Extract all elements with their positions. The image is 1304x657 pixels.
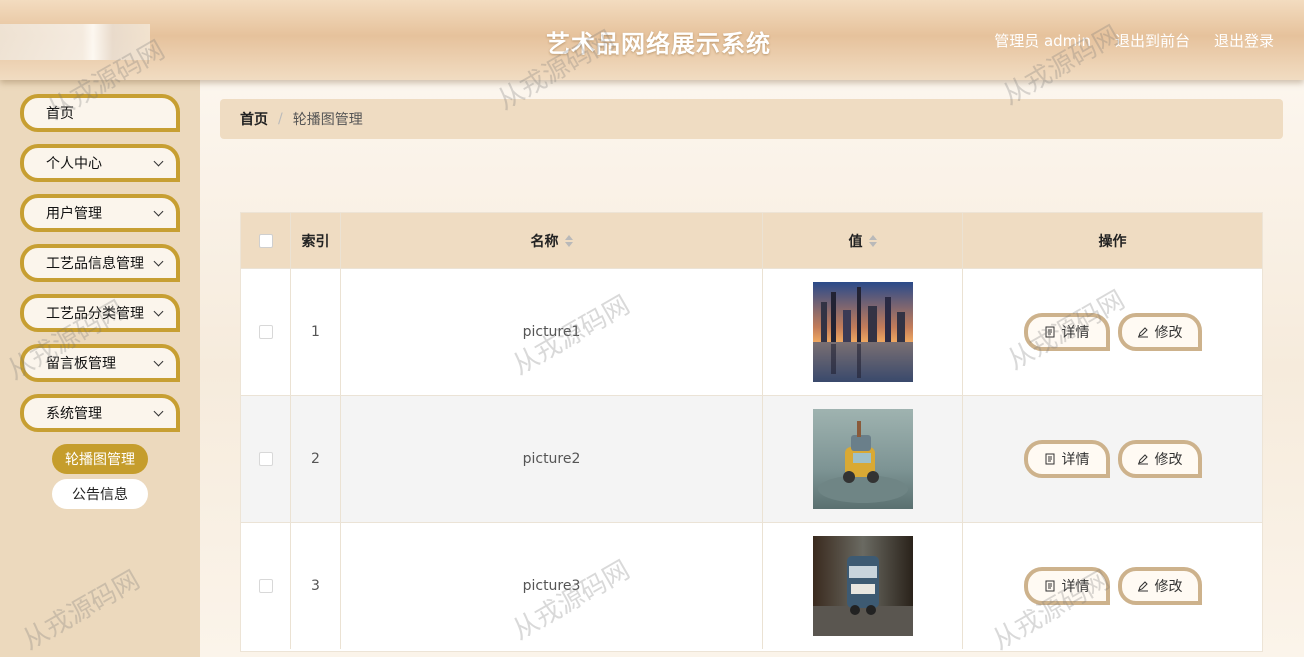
- sidebar-item-message-board[interactable]: 留言板管理: [20, 344, 180, 382]
- column-header-actions: 操作: [1098, 233, 1127, 250]
- column-header-label: 值: [848, 233, 863, 250]
- sidebar-item-craft-info[interactable]: 工艺品信息管理: [20, 244, 180, 282]
- sidebar-subitem-carousel[interactable]: 轮播图管理: [52, 444, 148, 474]
- row-select-cell: [241, 523, 291, 649]
- sidebar-item-home[interactable]: 首页: [20, 94, 180, 132]
- sidebar-item-label: 工艺品分类管理: [46, 306, 144, 322]
- row-index: 2: [291, 396, 341, 522]
- table-row: 1 picture1 详情 修改: [241, 268, 1262, 395]
- detail-button[interactable]: 详情: [1023, 567, 1110, 605]
- row-select-cell: [241, 269, 291, 395]
- breadcrumb: 首页 / 轮播图管理: [220, 99, 1283, 139]
- top-header: 艺术品网络展示系统 管理员 admin 退出到前台 退出登录: [0, 0, 1304, 80]
- row-actions: 详情 修改: [963, 396, 1262, 522]
- row-name: picture2: [341, 396, 763, 522]
- header-select-cell: [241, 213, 291, 268]
- carousel-image-thumbnail[interactable]: [812, 409, 913, 509]
- row-value-cell: [763, 396, 963, 522]
- table-row: 3 picture3 详情 修改: [241, 522, 1262, 649]
- logout-link[interactable]: 退出登录: [1214, 30, 1274, 51]
- sidebar-item-label: 个人中心: [46, 156, 102, 172]
- detail-button-label: 详情: [1061, 579, 1090, 595]
- sidebar-item-user-management[interactable]: 用户管理: [20, 194, 180, 232]
- detail-button[interactable]: 详情: [1023, 440, 1110, 478]
- sort-icon[interactable]: [564, 234, 573, 247]
- carousel-image-thumbnail[interactable]: [812, 536, 913, 636]
- sidebar-item-label: 系统管理: [46, 406, 102, 422]
- edit-button[interactable]: 修改: [1117, 440, 1202, 478]
- row-index: 1: [291, 269, 341, 395]
- chevron-down-icon: [153, 206, 164, 216]
- column-header-name[interactable]: 名称: [341, 213, 763, 268]
- column-header-value[interactable]: 值: [763, 213, 963, 268]
- pencil-icon: [1137, 327, 1148, 338]
- exit-to-frontend-link[interactable]: 退出到前台: [1115, 30, 1190, 51]
- detail-button[interactable]: 详情: [1023, 313, 1110, 351]
- row-select-cell: [241, 396, 291, 522]
- chevron-down-icon: [153, 356, 164, 366]
- column-header-index: 索引: [291, 213, 341, 268]
- edit-button[interactable]: 修改: [1117, 313, 1202, 351]
- row-name: picture1: [341, 269, 763, 395]
- chevron-down-icon: [153, 256, 164, 266]
- sidebar-item-system-management[interactable]: 系统管理: [20, 394, 180, 432]
- sort-icon[interactable]: [868, 234, 877, 247]
- document-icon: [1045, 326, 1054, 338]
- chevron-down-icon: [153, 306, 164, 316]
- table-header: 索引 名称 值 操作: [241, 213, 1262, 268]
- column-header-label: 名称: [530, 233, 559, 250]
- document-icon: [1045, 580, 1054, 592]
- edit-button[interactable]: 修改: [1117, 567, 1202, 605]
- breadcrumb-separator: /: [278, 111, 283, 127]
- sidebar-item-craft-category[interactable]: 工艺品分类管理: [20, 294, 180, 332]
- carousel-table: 索引 名称 值 操作 1 picture1 详情 修改 2 picture2 详…: [240, 212, 1263, 652]
- sidebar-subitem-notice[interactable]: 公告信息: [52, 479, 148, 509]
- detail-button-label: 详情: [1061, 452, 1090, 468]
- table-row: 2 picture2 详情 修改: [241, 395, 1262, 522]
- admin-user-label: 管理员 admin: [994, 32, 1091, 50]
- row-index: 3: [291, 523, 341, 649]
- row-name: picture3: [341, 523, 763, 649]
- row-actions: 详情 修改: [963, 269, 1262, 395]
- sidebar-item-label: 工艺品信息管理: [46, 256, 144, 272]
- edit-button-label: 修改: [1154, 325, 1183, 341]
- chevron-down-icon: [153, 156, 164, 166]
- user-area: 管理员 admin 退出到前台 退出登录: [994, 30, 1274, 51]
- carousel-image-thumbnail[interactable]: [812, 282, 913, 382]
- row-value-cell: [763, 523, 963, 649]
- breadcrumb-current: 轮播图管理: [292, 112, 363, 128]
- row-checkbox[interactable]: [258, 325, 273, 339]
- edit-button-label: 修改: [1154, 579, 1183, 595]
- row-checkbox[interactable]: [258, 579, 273, 593]
- document-icon: [1045, 453, 1054, 465]
- sidebar-item-personal-center[interactable]: 个人中心: [20, 144, 180, 182]
- detail-button-label: 详情: [1061, 325, 1090, 341]
- select-all-checkbox[interactable]: [258, 233, 273, 248]
- chevron-down-icon: [153, 406, 164, 416]
- row-value-cell: [763, 269, 963, 395]
- sidebar-item-label: 留言板管理: [46, 356, 116, 372]
- pencil-icon: [1137, 581, 1148, 592]
- sidebar-item-label: 首页: [46, 106, 74, 122]
- breadcrumb-home[interactable]: 首页: [240, 109, 268, 129]
- edit-button-label: 修改: [1154, 452, 1183, 468]
- row-checkbox[interactable]: [258, 452, 273, 466]
- pencil-icon: [1137, 454, 1148, 465]
- row-actions: 详情 修改: [963, 523, 1262, 649]
- sidebar-item-label: 用户管理: [46, 206, 102, 222]
